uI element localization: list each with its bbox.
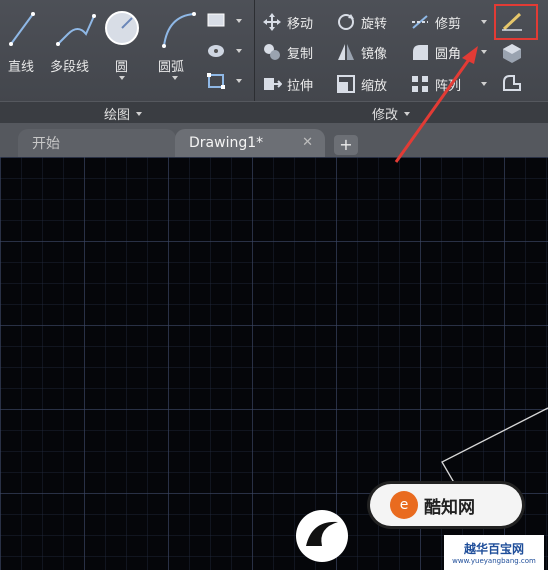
rotate-icon: [338, 14, 354, 30]
offset-tool[interactable]: [500, 72, 530, 96]
modify-panel-title[interactable]: 修改: [372, 104, 411, 123]
boundary-icon: [207, 73, 225, 89]
rectangle-dropdown-icon[interactable]: [236, 19, 242, 23]
site-name: 越华百宝网: [463, 542, 524, 556]
rectangle-icon: [207, 13, 225, 27]
circle-label: 圆: [115, 60, 129, 75]
fillet-dropdown-icon[interactable]: [481, 50, 487, 54]
tab-start[interactable]: 开始: [18, 129, 176, 157]
watermark-badge: e 酷知网: [370, 484, 522, 526]
ribbon: 直线 多段线 圆 圆弧 移动 旋转 修剪 复制 镜像 圆角 拉伸 缩放 阵列 绘…: [0, 0, 548, 124]
close-icon[interactable]: ✕: [302, 135, 313, 150]
scale-label: 缩放: [361, 78, 388, 94]
hatch-tool[interactable]: [206, 42, 246, 62]
arc-label: 圆弧: [158, 60, 185, 75]
array-icon: [412, 76, 428, 92]
line-icon: [9, 12, 35, 46]
mirror-label: 镜像: [361, 46, 388, 62]
file-tab-bar: 开始 Drawing1* ✕ +: [0, 123, 548, 157]
offset-icon: [503, 75, 521, 91]
fillet-label: 圆角: [435, 46, 462, 62]
array-label: 阵列: [435, 78, 462, 94]
rotate-label: 旋转: [361, 16, 388, 32]
copy-label: 复制: [287, 46, 314, 62]
trim-icon: [412, 15, 428, 29]
trim-tool[interactable]: 修剪: [410, 12, 461, 32]
new-tab-button[interactable]: +: [334, 135, 358, 155]
modify-panel-dropdown-icon: [404, 111, 411, 116]
cube-icon: [503, 44, 521, 63]
ribbon-panel-bar: [0, 101, 548, 124]
polyline-icon: [56, 14, 96, 46]
stretch-tool[interactable]: 拉伸: [262, 74, 313, 94]
circle-tool[interactable]: 圆: [104, 8, 144, 88]
site-url: www.yueyangbang.com: [452, 557, 536, 565]
boundary-tool[interactable]: [206, 72, 246, 92]
line-tool[interactable]: 直线: [4, 8, 44, 78]
boundary-dropdown-icon[interactable]: [236, 79, 242, 83]
stretch-label: 拉伸: [287, 78, 314, 94]
erase-tool[interactable]: [500, 10, 530, 34]
trim-dropdown-icon[interactable]: [481, 20, 487, 24]
draw-panel-dropdown-icon: [136, 111, 143, 116]
tab-drawing1[interactable]: Drawing1* ✕: [175, 129, 325, 157]
draw-panel-title[interactable]: 绘图: [104, 104, 143, 123]
rectangle-tool[interactable]: [206, 12, 246, 32]
arc-icon: [162, 12, 196, 48]
rotate-tool[interactable]: 旋转: [336, 12, 387, 32]
array-tool[interactable]: 阵列: [410, 74, 461, 94]
scale-tool[interactable]: 缩放: [336, 74, 387, 94]
move-label: 移动: [287, 16, 314, 32]
line-label: 直线: [8, 60, 35, 75]
polyline-tool[interactable]: 多段线: [50, 8, 100, 78]
array-dropdown-icon[interactable]: [481, 82, 487, 86]
swirl-logo-icon: [296, 510, 348, 562]
move-tool[interactable]: 移动: [262, 12, 313, 32]
mirror-icon: [338, 44, 354, 60]
watermark-site: 越华百宝网 www.yueyangbang.com: [444, 535, 544, 570]
arc-dropdown-icon[interactable]: [172, 76, 178, 80]
stretch-icon: [264, 78, 282, 90]
circle-dropdown-icon[interactable]: [119, 76, 125, 80]
circle-icon: [105, 11, 139, 45]
pencil-icon: [502, 12, 522, 31]
explode-tool[interactable]: [500, 42, 530, 66]
hatch-icon: [208, 45, 224, 57]
hatch-dropdown-icon[interactable]: [236, 49, 242, 53]
polyline-label: 多段线: [50, 60, 90, 75]
badge-text: 酷知网: [424, 497, 475, 518]
fillet-icon: [413, 45, 428, 60]
fillet-tool[interactable]: 圆角: [410, 42, 461, 62]
scale-icon: [337, 75, 355, 93]
copy-tool[interactable]: 复制: [262, 42, 313, 62]
mirror-tool[interactable]: 镜像: [336, 42, 387, 62]
badge-logo-icon: e: [390, 491, 418, 519]
copy-icon: [264, 44, 280, 60]
arc-tool[interactable]: 圆弧: [154, 8, 198, 88]
move-icon: [263, 13, 281, 31]
trim-label: 修剪: [435, 16, 462, 32]
